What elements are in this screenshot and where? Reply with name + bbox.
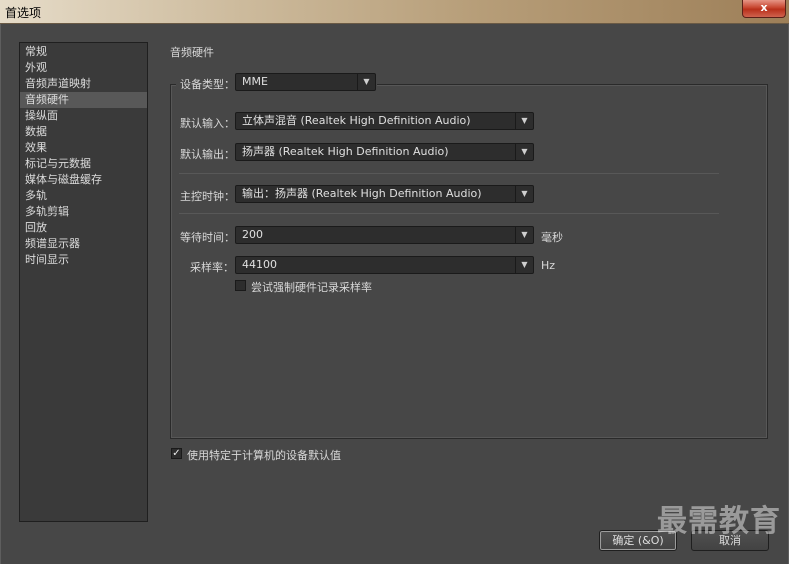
close-button[interactable]: x: [742, 0, 786, 18]
section-title: 音频硬件: [170, 46, 214, 59]
sidebar-item-control-surface[interactable]: 操纵面: [20, 108, 147, 124]
sidebar-item-playback[interactable]: 回放: [20, 220, 147, 236]
separator: [179, 173, 719, 174]
latency-value: 200: [242, 228, 263, 241]
sidebar-item-markers-metadata[interactable]: 标记与元数据: [20, 156, 147, 172]
window-title: 首选项: [5, 6, 42, 20]
default-input-select[interactable]: 立体声混音 (Realtek High Definition Audio) ▼: [235, 112, 534, 130]
chevron-down-icon: ▼: [515, 257, 533, 273]
default-input-label: 默认输入：: [180, 117, 235, 130]
sample-rate-select[interactable]: 44100 ▼: [235, 256, 534, 274]
latency-select[interactable]: 200 ▼: [235, 226, 534, 244]
chevron-down-icon: ▼: [515, 227, 533, 243]
default-output-select[interactable]: 扬声器 (Realtek High Definition Audio) ▼: [235, 143, 534, 161]
sidebar-item-time-display[interactable]: 时间显示: [20, 252, 147, 268]
sidebar-item-audio-channel-mapping[interactable]: 音频声道映射: [20, 76, 147, 92]
chevron-down-icon: ▼: [515, 144, 533, 160]
sidebar-item-general[interactable]: 常规: [20, 44, 147, 60]
default-input-value: 立体声混音 (Realtek High Definition Audio): [242, 114, 471, 127]
force-sample-rate-checkbox[interactable]: [235, 280, 246, 291]
force-sample-rate-label: 尝试强制硬件记录采样率: [251, 281, 372, 294]
chevron-down-icon: ▼: [515, 113, 533, 129]
title-bar: 首选项 x: [0, 0, 789, 24]
sidebar-item-data[interactable]: 数据: [20, 124, 147, 140]
device-type-select[interactable]: MME ▼: [235, 73, 376, 91]
use-defaults-label: 使用特定于计算机的设备默认值: [187, 449, 341, 462]
sidebar-item-appearance[interactable]: 外观: [20, 60, 147, 76]
sidebar-item-audio-hardware[interactable]: 音频硬件: [20, 92, 147, 108]
latency-label: 等待时间：: [180, 231, 235, 244]
chevron-down-icon: ▼: [515, 186, 533, 202]
chevron-down-icon: ▼: [357, 74, 375, 90]
master-clock-select[interactable]: 输出：扬声器 (Realtek High Definition Audio) ▼: [235, 185, 534, 203]
device-type-label: 设备类型：: [180, 78, 235, 91]
sidebar-item-multitrack[interactable]: 多轨: [20, 188, 147, 204]
master-clock-value: 输出：扬声器 (Realtek High Definition Audio): [242, 187, 482, 200]
category-list[interactable]: 常规 外观 音频声道映射 音频硬件 操纵面 数据 效果 标记与元数据 媒体与磁盘…: [19, 42, 148, 522]
watermark-logo: 最需教育: [657, 504, 781, 539]
master-clock-label: 主控时钟：: [180, 190, 235, 203]
latency-unit: 毫秒: [541, 231, 563, 244]
sidebar-item-effects[interactable]: 效果: [20, 140, 147, 156]
checkmark-icon: ✓: [172, 448, 181, 459]
sidebar-item-multitrack-clips[interactable]: 多轨剪辑: [20, 204, 147, 220]
sample-rate-value: 44100: [242, 258, 277, 271]
sample-rate-unit: Hz: [541, 259, 556, 272]
sample-rate-label: 采样率：: [190, 261, 234, 274]
use-defaults-checkbox[interactable]: ✓: [171, 448, 182, 459]
sidebar-item-spectral-displays[interactable]: 频谱显示器: [20, 236, 147, 252]
default-output-value: 扬声器 (Realtek High Definition Audio): [242, 145, 449, 158]
sidebar-item-media-disk-cache[interactable]: 媒体与磁盘缓存: [20, 172, 147, 188]
default-output-label: 默认输出：: [180, 148, 235, 161]
separator: [179, 213, 719, 214]
device-type-value: MME: [242, 75, 268, 88]
